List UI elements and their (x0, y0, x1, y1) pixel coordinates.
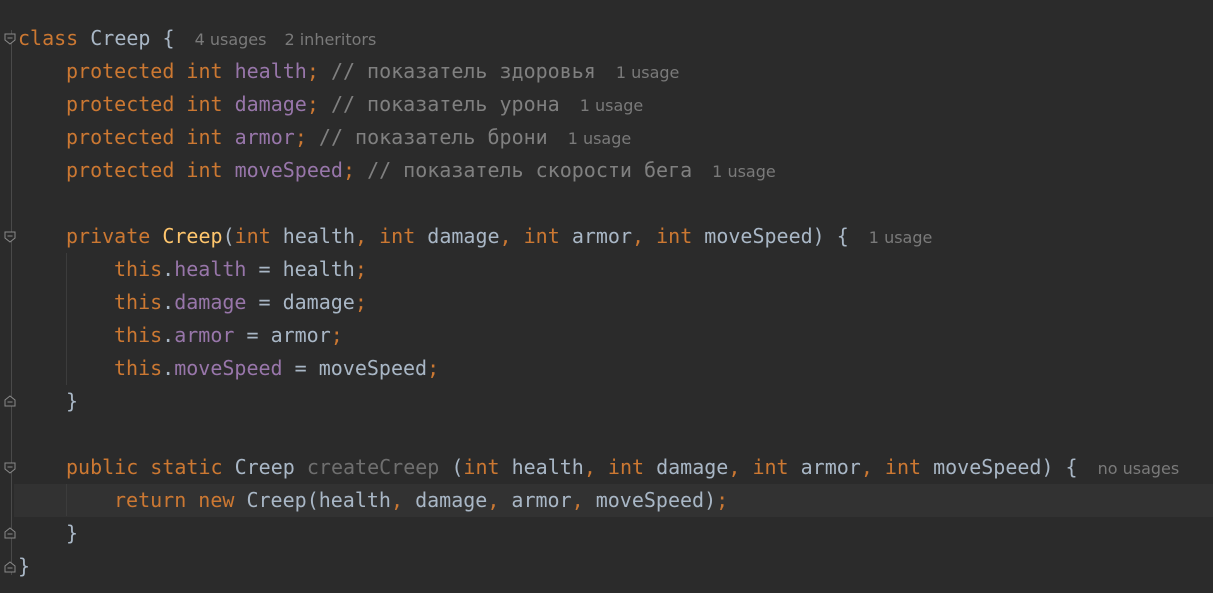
type: int (186, 125, 223, 149)
this-keyword: this (114, 323, 163, 347)
code-line-field-damage[interactable]: protected int damage; // показатель урон… (66, 88, 643, 121)
fold-close-icon[interactable] (4, 527, 16, 539)
code-line-assign-health[interactable]: this.health = health; (114, 253, 367, 286)
fold-open-icon[interactable] (4, 462, 16, 474)
call-args: (health, damage, armor, moveSpeed) (306, 488, 717, 512)
code-line-field-armor[interactable]: protected int armor; // показатель брони… (66, 121, 631, 154)
code-line-closing-brace[interactable]: } (66, 517, 78, 550)
gutter-fold-line (11, 30, 12, 575)
param-name: moveSpeed (318, 356, 428, 380)
this-keyword: this (114, 356, 163, 380)
field-name: health (234, 59, 307, 83)
method-name: createCreep (306, 455, 440, 479)
field-name: health (174, 257, 247, 281)
code-line-constructor[interactable]: private Creep(int health, int damage, in… (66, 220, 932, 253)
param-name: armor (800, 455, 861, 479)
class-name: Creep (246, 488, 307, 512)
code-line-assign-armor[interactable]: this.armor = armor; (114, 319, 343, 352)
code-line-return[interactable]: return new Creep(health, damage, armor, … (114, 484, 728, 517)
param-name: moveSpeed (704, 224, 813, 248)
semicolon: ; (306, 59, 319, 83)
code-editor[interactable]: class Creep {4 usages 2 inheritors protec… (0, 0, 1213, 593)
indent-guide (66, 253, 67, 385)
usages-hint[interactable]: 1 usage (869, 228, 933, 247)
comment: // показатель здоровья (330, 59, 596, 83)
param-name: health (511, 455, 584, 479)
code-line-class-decl[interactable]: class Creep {4 usages 2 inheritors (18, 22, 376, 55)
type: int (186, 158, 223, 182)
semicolon: ; (342, 158, 356, 182)
param-name: damage (656, 455, 729, 479)
inheritors-hint[interactable]: 2 inheritors (284, 30, 376, 49)
usages-hint[interactable]: 1 usage (568, 129, 632, 148)
field-name: armor (234, 125, 295, 149)
param-name: damage (427, 224, 500, 248)
comment: // показатель урона (330, 92, 560, 116)
paren-brace: ) { (812, 224, 849, 248)
modifier: public (66, 455, 139, 479)
usages-hint[interactable]: 1 usage (712, 162, 776, 181)
usages-hint[interactable]: 1 usage (616, 63, 680, 82)
new-keyword: new (198, 488, 235, 512)
modifier: private (66, 224, 151, 248)
paren-brace: ) { (1041, 455, 1078, 479)
comment: // показатель брони (318, 125, 548, 149)
field-name: damage (174, 290, 247, 314)
field-name: moveSpeed (234, 158, 343, 182)
return-type: Creep (234, 455, 295, 479)
param-type: int (607, 455, 645, 479)
param-name: moveSpeed (933, 455, 1042, 479)
class-name: Creep (90, 26, 151, 50)
param-type: int (234, 224, 271, 248)
param-name: armor (571, 224, 633, 248)
semicolon: ; (294, 125, 307, 149)
comment: // показатель скорости бега (367, 158, 693, 182)
modifier: static (150, 455, 223, 479)
code-line-assign-movespeed[interactable]: this.moveSpeed = moveSpeed; (114, 352, 439, 385)
indent-guide (66, 484, 67, 516)
code-line-factory-method[interactable]: public static Creep createCreep (int hea… (66, 451, 1179, 484)
brace: { (162, 26, 175, 50)
this-keyword: this (114, 257, 163, 281)
param-type: int (463, 455, 500, 479)
modifier: protected (66, 59, 175, 83)
fold-open-icon[interactable] (4, 33, 16, 45)
constructor-name: Creep (162, 224, 223, 248)
type: int (186, 92, 223, 116)
return-keyword: return (114, 488, 187, 512)
code-line-assign-damage[interactable]: this.damage = damage; (114, 286, 367, 319)
field-name: damage (234, 92, 307, 116)
param-type: int (884, 455, 922, 479)
param-name: armor (270, 323, 331, 347)
param-type: int (752, 455, 789, 479)
code-line-closing-brace[interactable]: } (66, 385, 78, 418)
param-type: int (379, 224, 416, 248)
usages-hint[interactable]: 4 usages (195, 30, 267, 49)
usages-hint[interactable]: no usages (1098, 459, 1180, 478)
this-keyword: this (114, 290, 163, 314)
code-line-field-health[interactable]: protected int health; // показатель здор… (66, 55, 679, 88)
field-name: armor (174, 323, 235, 347)
semicolon: ; (306, 92, 319, 116)
param-name: health (282, 257, 355, 281)
brace: } (66, 521, 79, 545)
code-line-field-movespeed[interactable]: protected int moveSpeed; // показатель с… (66, 154, 776, 187)
usages-hint[interactable]: 1 usage (580, 96, 644, 115)
fold-close-icon[interactable] (4, 395, 16, 407)
param-type: int (656, 224, 693, 248)
brace: } (18, 554, 31, 578)
param-name: health (282, 224, 356, 248)
param-name: damage (282, 290, 355, 314)
keyword: class (18, 26, 79, 50)
code-line-class-closing-brace[interactable]: } (18, 550, 30, 583)
type: int (186, 59, 223, 83)
param-type: int (523, 224, 560, 248)
brace: } (66, 389, 79, 413)
fold-open-icon[interactable] (4, 231, 16, 243)
modifier: protected (66, 92, 175, 116)
fold-close-icon[interactable] (4, 561, 16, 573)
field-name: moveSpeed (174, 356, 283, 380)
modifier: protected (66, 125, 175, 149)
modifier: protected (66, 158, 175, 182)
